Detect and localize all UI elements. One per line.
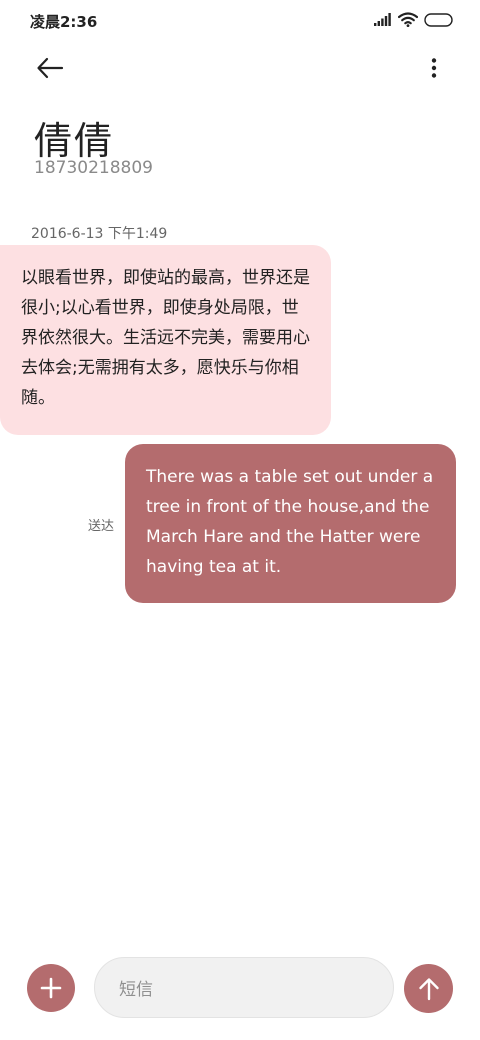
arrow-left-icon	[37, 57, 64, 79]
plus-icon	[40, 977, 62, 999]
status-bar: 凌晨2:36	[0, 0, 480, 40]
more-vertical-icon	[431, 58, 437, 78]
battery-icon	[424, 12, 453, 27]
delivery-status: 送达	[88, 519, 115, 534]
message-input[interactable]: 短信	[94, 957, 394, 1018]
more-options-button[interactable]	[422, 50, 446, 86]
contact-name: 倩倩	[34, 119, 115, 163]
conversation-screen: 凌晨2:36 倩倩 18730218809 2016-6-13 下午1:49 以…	[0, 0, 480, 1040]
incoming-message-text: 以眼看世界，即使站的最高，世界还是很小;以心看世界，即使身处局限，世界依然很大。…	[21, 268, 310, 408]
outgoing-message-bubble[interactable]: There was a table set out under a tree i…	[125, 444, 456, 603]
outgoing-message-text: There was a table set out under a tree i…	[146, 467, 434, 577]
signal-icon	[374, 13, 391, 26]
contact-number[interactable]: 18730218809	[34, 158, 153, 178]
add-attachment-button[interactable]	[27, 964, 75, 1012]
status-time: 凌晨2:36	[30, 13, 98, 31]
arrow-up-icon	[418, 977, 439, 1000]
message-timestamp: 2016-6-13 下午1:49	[31, 226, 168, 242]
send-button[interactable]	[404, 964, 453, 1013]
back-button[interactable]	[30, 50, 70, 86]
message-input-placeholder: 短信	[119, 980, 153, 1000]
wifi-icon	[398, 12, 418, 27]
incoming-message-bubble[interactable]: 以眼看世界，即使站的最高，世界还是很小;以心看世界，即使身处局限，世界依然很大。…	[0, 245, 331, 435]
status-icons	[374, 12, 454, 27]
